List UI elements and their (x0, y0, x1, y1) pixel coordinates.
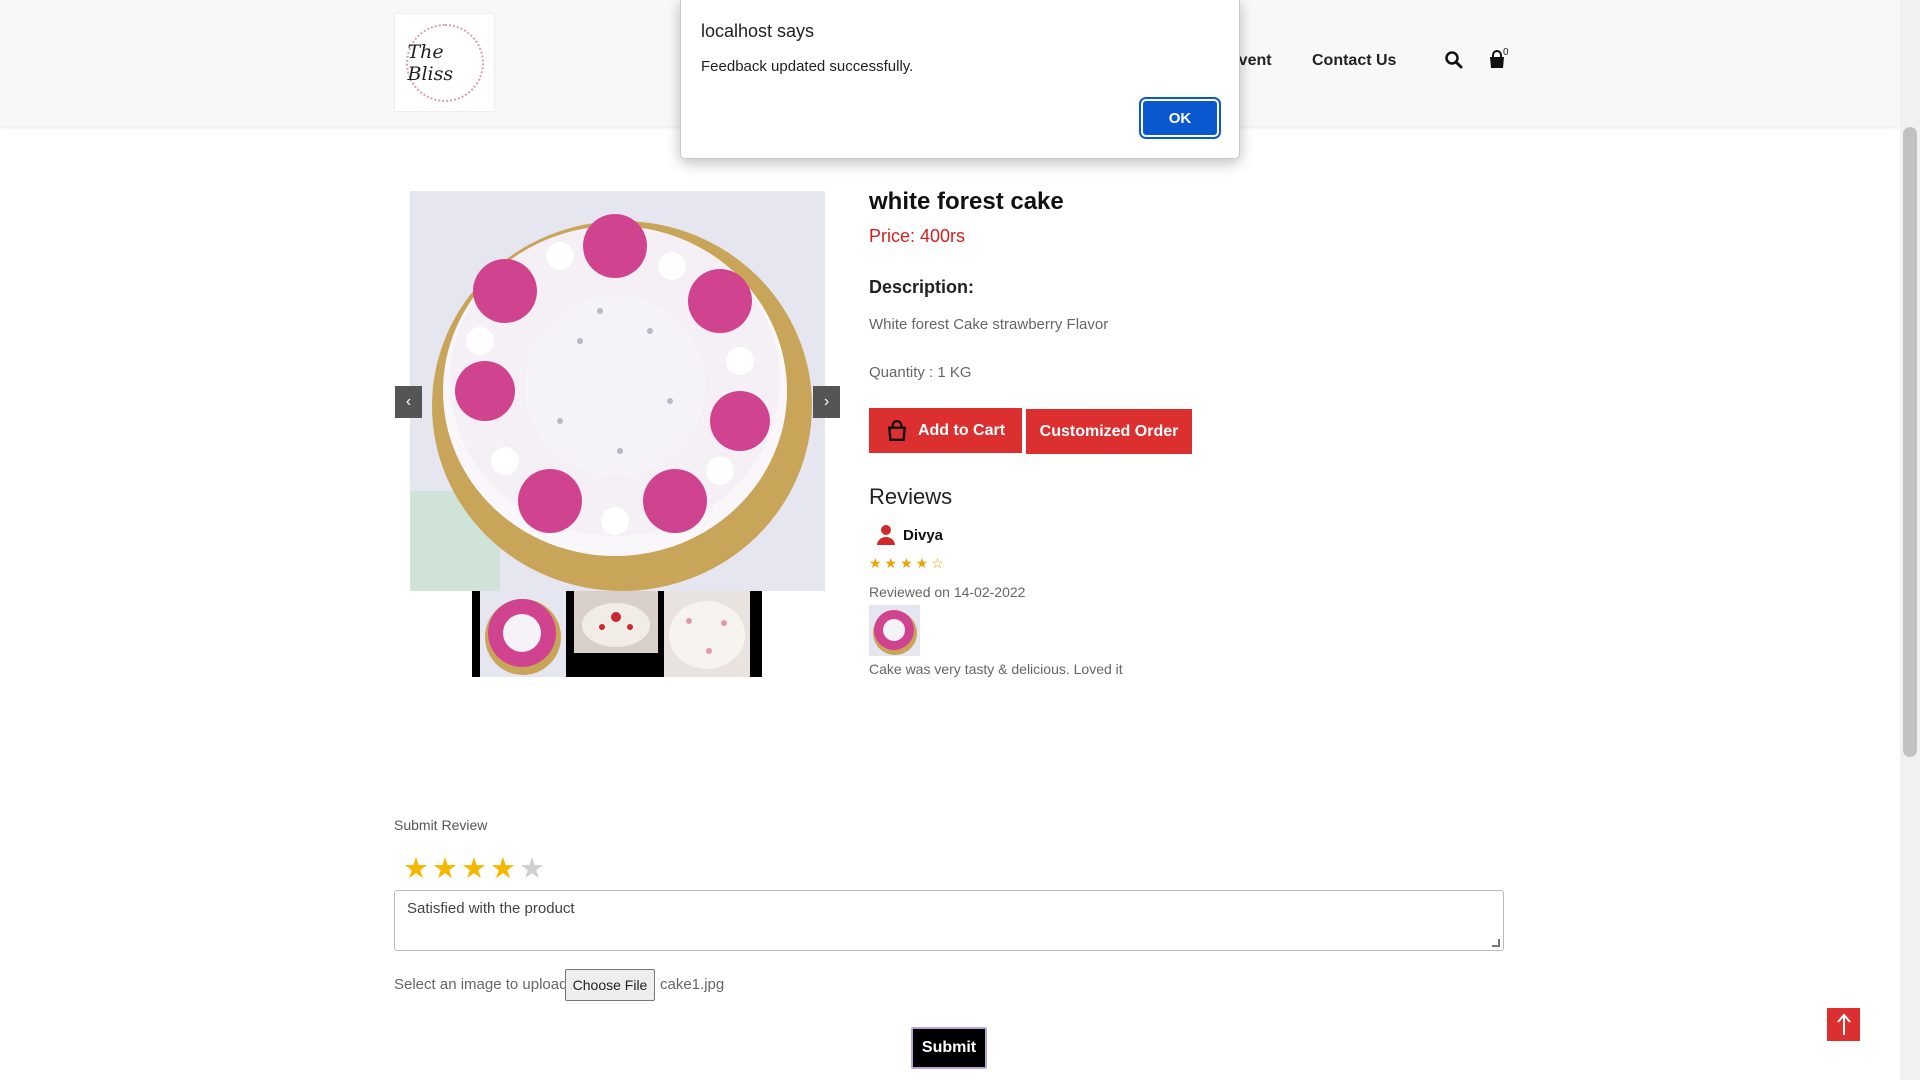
add-to-cart-button[interactable]: Add to Cart (869, 408, 1022, 453)
rating-input[interactable]: ★★★★★ (403, 851, 548, 886)
add-to-cart-label: Add to Cart (917, 421, 1006, 439)
chevron-left-icon: ‹ (405, 393, 412, 410)
product-main-image (410, 191, 825, 591)
quantity-text: Quantity : 1 KG (869, 364, 972, 381)
submit-review-label: Submit Review (394, 817, 488, 833)
rating-star-4[interactable]: ★ (490, 853, 519, 885)
alert-dialog: localhost says Feedback updated successf… (680, 0, 1240, 159)
rating-star-5[interactable]: ★ (519, 853, 548, 885)
brand-logo[interactable]: The Bliss (394, 13, 495, 112)
user-icon (877, 525, 895, 545)
review-comment-value: Satisfied with the product (407, 900, 575, 917)
thumbnail-strip (472, 591, 762, 677)
nav-contact-us[interactable]: Contact Us (1312, 52, 1396, 70)
review-author: Divya (903, 527, 944, 544)
selected-file-name: cake1.jpg (660, 976, 725, 993)
review-comment: Cake was very tasty & delicious. Loved i… (869, 661, 1123, 677)
rating-star-2[interactable]: ★ (432, 853, 461, 885)
description-label: Description: (869, 277, 975, 297)
rating-star-1[interactable]: ★ (403, 853, 432, 885)
thumbnail-1[interactable] (480, 591, 566, 677)
customized-order-button[interactable]: Customized Order (1026, 409, 1192, 454)
product-title: white forest cake (869, 188, 1064, 215)
cart-count-badge: 0 (1503, 47, 1509, 58)
upload-label: Select an image to upload (394, 976, 568, 993)
review-image[interactable] (869, 605, 920, 656)
search-icon[interactable] (1444, 50, 1464, 70)
dialog-message: Feedback updated successfully. (701, 58, 914, 75)
submit-button[interactable]: Submit (911, 1027, 987, 1069)
bag-icon (887, 419, 906, 441)
logo-text: The Bliss (407, 40, 454, 85)
review-comment-textarea[interactable]: Satisfied with the product (394, 890, 1504, 951)
chevron-right-icon: › (823, 393, 830, 410)
review-rating-stars: ★★★★☆ (869, 555, 947, 571)
thumbnail-3[interactable] (664, 591, 750, 677)
page-scrollbar[interactable] (1900, 0, 1920, 1080)
reviews-heading: Reviews (869, 484, 953, 509)
review-date: Reviewed on 14-02-2022 (869, 584, 1026, 600)
rating-star-3[interactable]: ★ (461, 853, 490, 885)
gallery-prev-button[interactable]: ‹ (395, 386, 422, 418)
dialog-title: localhost says (701, 21, 815, 41)
logo-wreath: The Bliss (405, 23, 484, 102)
dialog-ok-button[interactable]: OK (1139, 97, 1221, 139)
arrow-up-icon (1836, 1012, 1851, 1035)
gallery-next-button[interactable]: › (813, 386, 840, 418)
resize-handle[interactable] (1492, 939, 1500, 947)
description-text: White forest Cake strawberry Flavor (869, 316, 1109, 333)
scroll-to-top-button[interactable] (1827, 1008, 1860, 1041)
product-price: Price: 400rs (869, 226, 966, 246)
choose-file-button[interactable]: Choose File (565, 969, 655, 1001)
scrollbar-thumb[interactable] (1903, 127, 1917, 757)
thumbnail-2[interactable] (572, 591, 660, 677)
